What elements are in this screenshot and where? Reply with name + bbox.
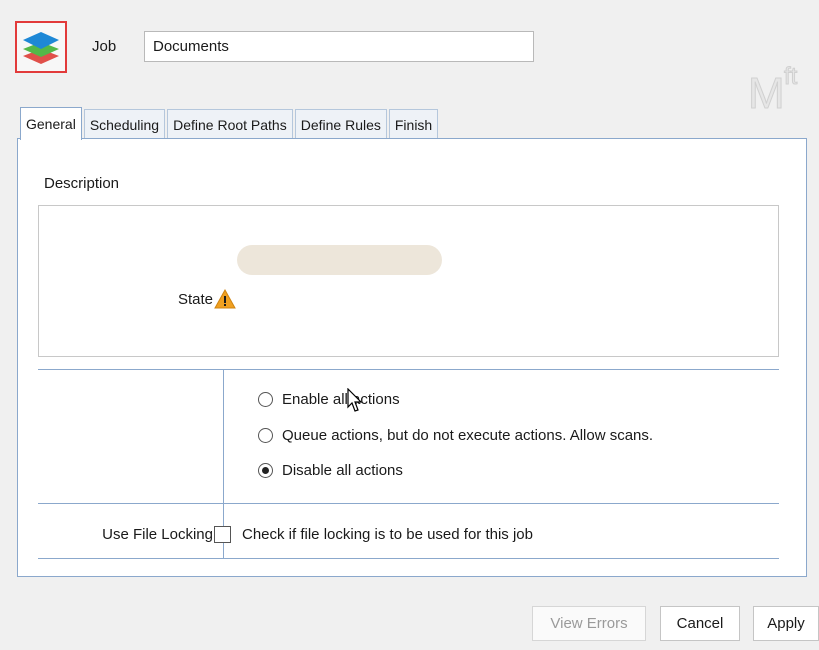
tab-finish[interactable]: Finish xyxy=(388,109,439,139)
state-option-enable[interactable]: Enable all actions xyxy=(258,391,400,408)
file-locking-checkbox[interactable] xyxy=(214,526,231,543)
radio-queue-actions[interactable] xyxy=(258,428,273,443)
tab-define-rules[interactable]: Define Rules xyxy=(294,109,387,139)
radio-disable-all[interactable] xyxy=(258,463,273,478)
state-option-disable-label: Disable all actions xyxy=(282,462,403,479)
description-label: Description xyxy=(44,175,120,192)
state-option-disable[interactable]: Disable all actions xyxy=(258,462,403,479)
tab-strip: General Scheduling Define Root Paths Def… xyxy=(20,107,440,140)
grid-divider-middle xyxy=(38,503,779,504)
grid-divider-bottom xyxy=(38,558,779,559)
state-option-queue[interactable]: Queue actions, but do not execute action… xyxy=(258,427,653,444)
svg-text:ft: ft xyxy=(784,63,798,90)
mft-logo: M ft xyxy=(748,63,799,117)
app-layers-icon xyxy=(15,21,67,73)
hover-highlight xyxy=(237,245,442,275)
description-textarea[interactable] xyxy=(38,205,779,357)
radio-enable-all[interactable] xyxy=(258,392,273,407)
job-name-field[interactable]: Documents xyxy=(144,31,534,62)
state-label: State xyxy=(177,291,213,308)
apply-button[interactable]: Apply xyxy=(753,606,819,641)
job-label: Job xyxy=(92,38,117,55)
cancel-button[interactable]: Cancel xyxy=(660,606,740,641)
general-panel: Description xyxy=(17,138,807,577)
view-errors-button[interactable]: View Errors xyxy=(532,606,646,641)
tab-scheduling[interactable]: Scheduling xyxy=(83,109,166,139)
file-locking-checkbox-label: Check if file locking is to be used for … xyxy=(242,526,533,543)
state-option-queue-label: Queue actions, but do not execute action… xyxy=(282,427,654,444)
tab-define-root-paths[interactable]: Define Root Paths xyxy=(167,109,293,139)
layers-icon xyxy=(23,32,59,64)
tab-general[interactable]: General xyxy=(20,107,82,140)
svg-text:M: M xyxy=(748,69,785,116)
file-locking-label: Use File Locking xyxy=(102,526,213,543)
mouse-cursor-icon xyxy=(347,388,363,412)
warning-icon xyxy=(214,289,236,309)
grid-divider-top xyxy=(38,369,779,370)
